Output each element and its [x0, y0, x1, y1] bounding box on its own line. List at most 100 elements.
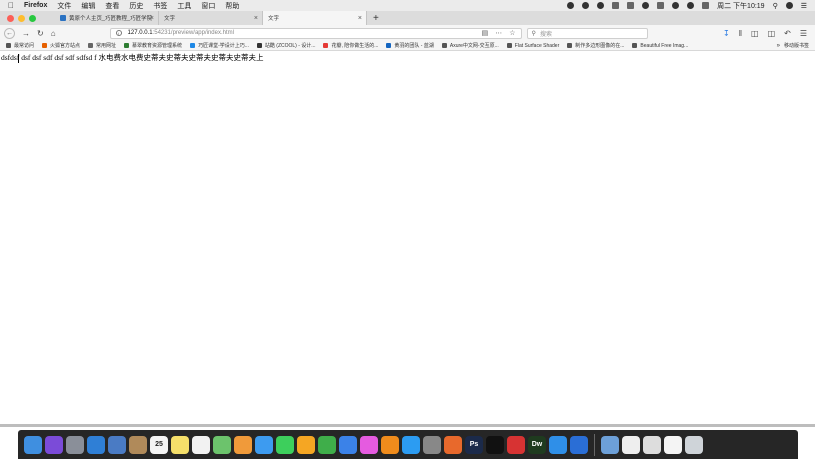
- dock-baidu-netdisk-icon[interactable]: [549, 435, 567, 454]
- bookmark-item[interactable]: 制作多边形图像的在...: [567, 42, 624, 49]
- menu-edit[interactable]: 编辑: [81, 1, 95, 11]
- reader-view-icon[interactable]: ▤: [482, 29, 489, 37]
- dock-reminders-icon[interactable]: [192, 435, 210, 454]
- menu-tools[interactable]: 工具: [177, 1, 191, 11]
- bookmark-item[interactable]: 火狐官方站点: [42, 42, 80, 49]
- downloads-icon[interactable]: ↧: [723, 29, 730, 38]
- dock-keynote-icon[interactable]: [339, 435, 357, 454]
- bookmark-item[interactable]: 最常访问: [6, 42, 34, 49]
- bookmark-item[interactable]: Flat Surface Shader: [506, 43, 559, 49]
- dock-qq-icon[interactable]: [486, 435, 504, 454]
- bookmarks-overflow-button[interactable]: »: [777, 43, 780, 49]
- dock-trash-icon[interactable]: [685, 435, 703, 454]
- dock-firefox-icon[interactable]: [444, 435, 462, 454]
- dock-dock-window-2-icon[interactable]: [664, 435, 682, 454]
- battery-icon[interactable]: [702, 2, 710, 9]
- notification-center-icon[interactable]: ☰: [801, 2, 807, 10]
- forward-button[interactable]: →: [22, 29, 30, 38]
- dock-maps-icon[interactable]: [213, 435, 231, 454]
- tab-close-icon[interactable]: ×: [358, 15, 362, 22]
- bookmark-label: 常用网址: [96, 43, 117, 49]
- menu-window[interactable]: 窗口: [201, 1, 215, 11]
- synced-tabs-icon[interactable]: ◫: [751, 29, 759, 38]
- back-button[interactable]: ←: [4, 27, 15, 39]
- status-app-icon[interactable]: [582, 2, 590, 9]
- dock-launchpad-icon[interactable]: [66, 435, 84, 454]
- bookmark-item[interactable]: 慕翠教育资源管理系统: [124, 42, 182, 49]
- sidebar-icon[interactable]: ◫: [768, 29, 776, 38]
- bookmark-star-icon[interactable]: ☆: [509, 29, 515, 37]
- dock-dock-window-1-icon[interactable]: [622, 435, 640, 454]
- hamburger-menu-icon[interactable]: ☰: [800, 29, 807, 38]
- tab-close-icon[interactable]: ×: [254, 15, 258, 22]
- spotlight-icon[interactable]: ⚲: [773, 2, 778, 10]
- bookmark-item[interactable]: 花瓣, 陪你做生活的...: [323, 42, 378, 49]
- menu-help[interactable]: 帮助: [225, 1, 239, 11]
- reload-button[interactable]: ↻: [37, 29, 44, 38]
- browser-tab[interactable]: 文字 ×: [159, 11, 263, 25]
- menu-file[interactable]: 文件: [57, 1, 71, 11]
- zoom-window-icon[interactable]: [29, 14, 36, 22]
- search-input[interactable]: ⚲ 搜索: [526, 27, 648, 39]
- bookmark-item[interactable]: Axure中文网-交互原...: [441, 42, 499, 49]
- dock-xmind-icon[interactable]: [507, 435, 525, 454]
- dock-notes-icon[interactable]: [171, 435, 189, 454]
- dock-finder-icon[interactable]: [24, 435, 42, 454]
- menu-view[interactable]: 查看: [105, 1, 119, 11]
- dock-safari-icon[interactable]: [87, 435, 105, 454]
- dock-keyboard-icon[interactable]: [643, 435, 661, 454]
- bookmark-item[interactable]: 巧匠课堂-学设计上巧...: [190, 42, 249, 49]
- wifi-icon[interactable]: [672, 2, 680, 9]
- site-info-icon[interactable]: i: [115, 30, 122, 36]
- dock-siri-icon[interactable]: [45, 435, 63, 454]
- library-icon[interactable]: ‖: [739, 29, 742, 38]
- status-app-icon[interactable]: [597, 2, 605, 9]
- browser-tab[interactable]: 黄原个人主页_巧匠教程_巧匠学院 ×: [55, 11, 159, 25]
- dock-photoshop-icon[interactable]: Ps: [465, 435, 483, 454]
- browser-tab-active[interactable]: 文字 ×: [263, 11, 367, 25]
- status-app-icon[interactable]: [642, 2, 650, 9]
- dock-calendar-icon[interactable]: 25: [150, 435, 168, 454]
- menu-firefox[interactable]: Firefox: [24, 2, 47, 9]
- bookmark-item[interactable]: Beautiful Free Imag...: [632, 43, 688, 49]
- undo-close-icon[interactable]: ↶: [784, 29, 791, 38]
- menubar-clock[interactable]: 周二 下午10:19: [717, 1, 764, 11]
- page-text[interactable]: dsfdsf dsf dsf sdf dsf sdf sdfsd f 水电费水电…: [1, 52, 264, 63]
- close-window-icon[interactable]: [7, 14, 14, 22]
- home-button[interactable]: ⌂: [51, 29, 56, 38]
- dock-downloads-icon[interactable]: [601, 435, 619, 454]
- dock-browser-blue-icon[interactable]: [570, 435, 588, 454]
- bookmark-icon: [190, 43, 196, 48]
- mobile-bookmarks-item[interactable]: 移动版书签: [784, 42, 815, 49]
- dock-photos-icon[interactable]: [234, 435, 252, 454]
- menu-bookmarks[interactable]: 书签: [153, 1, 167, 11]
- dock-messages-blue-icon[interactable]: [255, 435, 273, 454]
- status-app-icon[interactable]: [657, 2, 665, 9]
- dock-pages-icon[interactable]: [297, 435, 315, 454]
- page-content: dsfdsf dsf dsf sdf dsf sdf sdfsd f 水电费水电…: [0, 51, 815, 424]
- dock-ibooks-icon[interactable]: [381, 435, 399, 454]
- tab-close-icon[interactable]: ×: [150, 15, 154, 22]
- bookmark-item[interactable]: 黄羽的团队 - 蓝湖: [386, 42, 434, 49]
- dock-app-store-icon[interactable]: [402, 435, 420, 454]
- dock-contacts-icon[interactable]: [129, 435, 147, 454]
- status-app-icon[interactable]: [612, 2, 620, 9]
- dock-system-preferences-icon[interactable]: [423, 435, 441, 454]
- status-app-icon[interactable]: [627, 2, 635, 9]
- bookmark-item[interactable]: 站酷 (ZCOOL) - 设计...: [256, 42, 315, 49]
- dock-dreamweaver-icon[interactable]: Dw: [528, 435, 546, 454]
- url-bar[interactable]: i 127.0.0.1 :54231/preview/app/index.htm…: [109, 27, 522, 39]
- new-tab-button[interactable]: +: [367, 13, 379, 24]
- user-avatar-icon[interactable]: [785, 2, 793, 9]
- dock-messages-icon[interactable]: [276, 435, 294, 454]
- status-app-icon[interactable]: [567, 2, 575, 9]
- apple-icon[interactable]: : [8, 1, 14, 10]
- minimize-window-icon[interactable]: [18, 14, 25, 22]
- menu-history[interactable]: 历史: [129, 1, 143, 11]
- dock-itunes-icon[interactable]: [360, 435, 378, 454]
- volume-icon[interactable]: [687, 2, 695, 9]
- page-actions-icon[interactable]: ⋯: [495, 29, 502, 37]
- dock-preview-icon[interactable]: [108, 435, 126, 454]
- dock-numbers-icon[interactable]: [318, 435, 336, 454]
- bookmark-item[interactable]: 常用网址: [88, 42, 116, 49]
